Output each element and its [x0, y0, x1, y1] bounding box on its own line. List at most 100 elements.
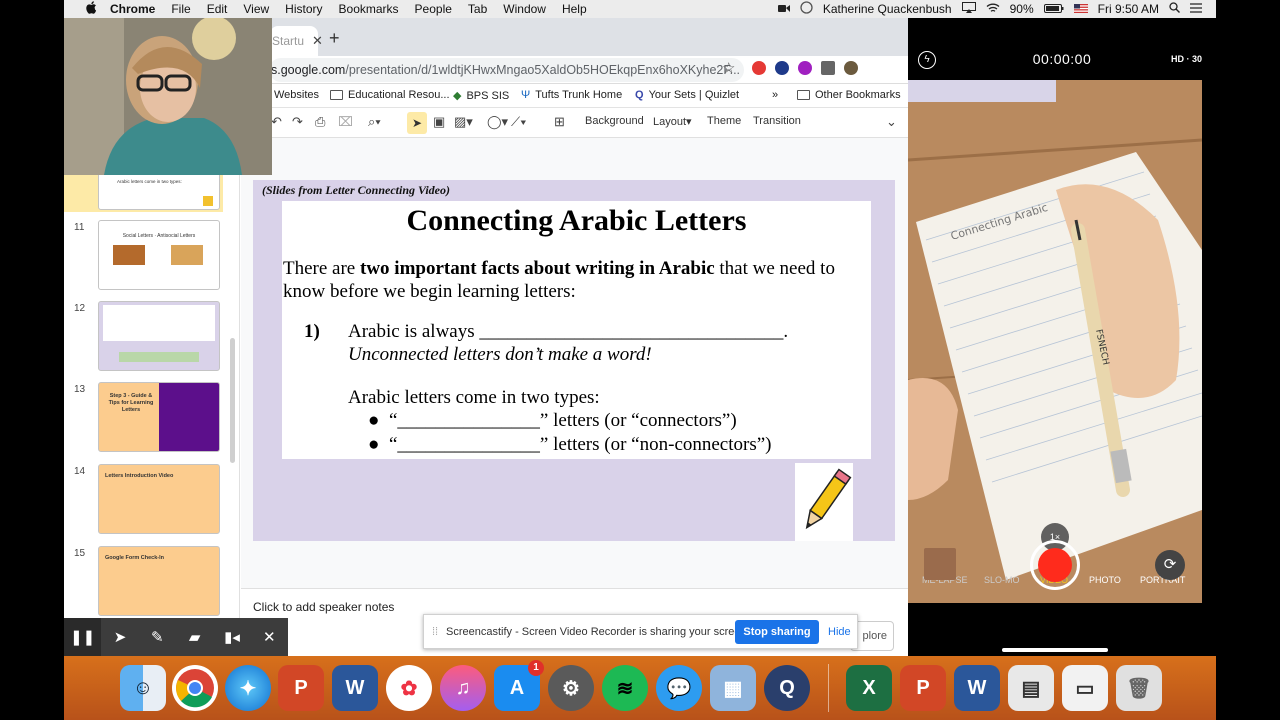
address-bar[interactable]: s.google.com/presentation/d/1wldtjKHwxMn… — [269, 58, 744, 82]
paint-format-icon[interactable]: ⌧ — [338, 114, 353, 130]
photos-icon[interactable]: ✿ — [386, 665, 432, 711]
undo-icon[interactable]: ↶ — [271, 114, 282, 130]
drag-handle-icon[interactable]: ⁞⁞ — [432, 626, 438, 638]
safari-icon[interactable]: ✦ — [225, 665, 271, 711]
mode-photo[interactable]: PHOTO — [1089, 575, 1121, 585]
layout-button[interactable]: Layout▾ — [653, 115, 692, 128]
flip-camera-icon[interactable]: ⟳ — [1155, 550, 1185, 580]
profile-avatar-icon[interactable] — [844, 61, 858, 75]
hide-link[interactable]: Hide — [828, 626, 851, 638]
notes-divider[interactable] — [241, 588, 908, 589]
chrome-icon[interactable] — [172, 665, 218, 711]
slide-thumb-11[interactable]: Social Letters · Antisocial Letters — [98, 220, 220, 290]
tab-google-slides[interactable]: Startu ✕ — [270, 26, 323, 56]
chrome-window-thumbnail-icon[interactable]: ▭ — [1062, 665, 1108, 711]
bookmark-other[interactable]: Other Bookmarks — [797, 89, 901, 101]
image-icon[interactable]: ▨▾ — [454, 114, 473, 130]
apple-icon[interactable] — [80, 1, 102, 17]
slide-title: Connecting Arabic Letters — [406, 204, 747, 237]
bookmark-bps-sis[interactable]: ◆ BPS SIS — [453, 89, 509, 103]
clock[interactable]: Fri 9:50 AM — [1098, 2, 1159, 16]
menu-history[interactable]: History — [285, 2, 322, 16]
bookmark-quizlet[interactable]: Q Your Sets | Quizlet — [635, 89, 739, 101]
spotify-icon[interactable]: ≋ — [602, 665, 648, 711]
menu-chrome[interactable]: Chrome — [110, 2, 155, 16]
preview-icon[interactable]: ▦ — [710, 665, 756, 711]
print-icon[interactable]: ⎙ — [315, 114, 325, 130]
excel-icon[interactable]: X — [846, 665, 892, 711]
spotlight-search-icon[interactable] — [1169, 2, 1180, 16]
tab-close-icon[interactable]: ✕ — [312, 33, 323, 49]
new-tab-plus-icon[interactable]: + — [329, 28, 340, 49]
video-camera-icon[interactable] — [777, 2, 790, 16]
word-document-icon[interactable]: W — [954, 665, 1000, 711]
menu-tab[interactable]: Tab — [468, 2, 487, 16]
powerpoint-document-icon[interactable]: P — [900, 665, 946, 711]
bookmarks-overflow-chevron[interactable]: » — [772, 89, 778, 101]
menu-edit[interactable]: Edit — [207, 2, 228, 16]
background-button[interactable]: Background — [585, 115, 644, 127]
user-name[interactable]: Katherine Quackenbush — [823, 2, 952, 16]
system-preferences-icon[interactable]: ⚙ — [548, 665, 594, 711]
menu-help[interactable]: Help — [562, 2, 587, 16]
wifi-icon[interactable] — [986, 2, 1000, 16]
menu-view[interactable]: View — [243, 2, 269, 16]
control-center-icon[interactable] — [1190, 2, 1202, 16]
menu-window[interactable]: Window — [503, 2, 546, 16]
extensions-puzzle-icon[interactable] — [821, 61, 835, 75]
screencastify-icon[interactable] — [800, 1, 813, 17]
add-comment-icon[interactable]: ⊞ — [554, 114, 565, 130]
downloads-folder-icon[interactable]: ▤ — [1008, 665, 1054, 711]
extension-v-icon[interactable] — [775, 61, 789, 75]
itunes-icon[interactable]: ♫ — [440, 665, 486, 711]
quicktime-icon[interactable]: Q — [764, 665, 810, 711]
airplay-icon[interactable] — [961, 2, 976, 16]
pause-icon[interactable]: ❚❚ — [64, 618, 102, 656]
menu-bookmarks[interactable]: Bookmarks — [339, 2, 399, 16]
home-indicator[interactable] — [1002, 648, 1108, 652]
bookmark-educational-resources[interactable]: Educational Resou... — [330, 89, 450, 101]
select-cursor-icon[interactable]: ➤ — [407, 112, 427, 134]
pen-icon[interactable]: ✎ — [139, 618, 176, 656]
finder-icon[interactable]: ☺ — [120, 665, 166, 711]
slide-thumb-12[interactable] — [98, 301, 220, 371]
video-quality[interactable]: HD · 30 — [1171, 54, 1202, 64]
transition-button[interactable]: Transition — [753, 115, 801, 127]
battery-icon[interactable] — [1043, 2, 1064, 16]
theme-button[interactable]: Theme — [707, 115, 741, 127]
messages-icon[interactable]: 💬 — [656, 665, 702, 711]
collapse-chevron-icon[interactable]: ⌄ — [886, 114, 897, 130]
slide-thumb-14[interactable]: Letters Introduction Video — [98, 464, 220, 534]
line-icon[interactable]: ⟋▾ — [511, 114, 526, 130]
record-button[interactable] — [1030, 540, 1080, 590]
app-store-icon[interactable]: A1 — [494, 660, 544, 711]
redo-icon[interactable]: ↷ — [292, 114, 303, 130]
trash-icon[interactable]: 🗑 — [1116, 665, 1162, 711]
stop-sharing-button[interactable]: Stop sharing — [735, 620, 819, 644]
current-slide[interactable]: (Slides from Letter Connecting Video) Co… — [253, 180, 895, 541]
shape-icon[interactable]: ◯▾ — [487, 114, 508, 130]
list-number: 1) — [304, 321, 320, 342]
slide-thumb-15[interactable]: Google Form Check-In — [98, 546, 220, 616]
extension-purple-icon[interactable] — [798, 61, 812, 75]
zoom-icon[interactable]: ⌕▾ — [368, 114, 381, 130]
speaker-notes[interactable]: Click to add speaker notes — [253, 600, 394, 614]
camera-toggle-icon[interactable]: ▮◂ — [213, 618, 250, 656]
us-flag-icon[interactable] — [1073, 2, 1088, 16]
menu-people[interactable]: People — [415, 2, 452, 16]
mode-slomo[interactable]: SLO-MO — [984, 575, 1020, 585]
bookmark-star-icon[interactable]: ☆ — [722, 59, 735, 77]
filmstrip-scrollbar[interactable] — [230, 338, 235, 463]
cursor-icon[interactable]: ➤ — [101, 618, 138, 656]
last-capture-thumbnail[interactable] — [924, 548, 956, 580]
highlighter-icon[interactable]: ▰ — [176, 618, 213, 656]
powerpoint-icon[interactable]: P — [278, 665, 324, 711]
slide-thumb-13[interactable]: Step 3 - Guide & Tips for Learning Lette… — [98, 382, 220, 452]
word-icon[interactable]: W — [332, 665, 378, 711]
bookmark-tufts-trunk[interactable]: Ψ Tufts Trunk Home — [521, 89, 622, 101]
bookmark-websites[interactable]: Websites — [274, 89, 319, 101]
close-icon[interactable]: ✕ — [251, 618, 288, 656]
menu-file[interactable]: File — [171, 2, 190, 16]
extension-red-icon[interactable] — [752, 61, 766, 75]
text-box-icon[interactable]: ▣ — [433, 114, 445, 130]
